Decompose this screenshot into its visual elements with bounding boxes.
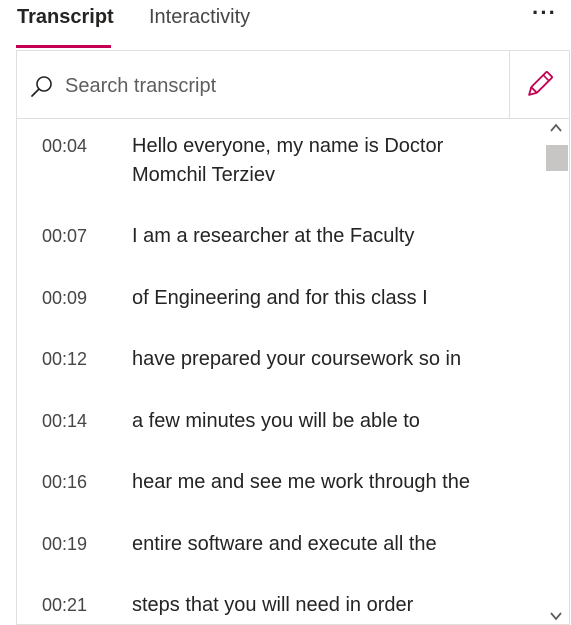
timestamp: 00:09 bbox=[42, 288, 88, 308]
transcript-text: I am a researcher at the Faculty bbox=[132, 225, 415, 247]
scroll-up-icon[interactable] bbox=[549, 121, 563, 135]
search-row bbox=[17, 51, 569, 119]
search-box bbox=[17, 51, 510, 118]
timestamp: 00:19 bbox=[42, 534, 88, 554]
transcript-text: Hello everyone, my name is Doctor Momchi… bbox=[132, 135, 444, 186]
timestamp: 00:04 bbox=[42, 136, 88, 156]
transcript-text: of Engineering and for this class I bbox=[132, 287, 428, 309]
transcript-list: 00:04 Hello everyone, my name is Doctor … bbox=[17, 119, 543, 624]
tab-interactivity[interactable]: Interactivity bbox=[149, 4, 250, 30]
timestamp: 00:21 bbox=[42, 595, 88, 615]
timestamp: 00:07 bbox=[42, 226, 88, 246]
transcript-text: hear me and see me work through the bbox=[132, 471, 470, 493]
scrollbar[interactable] bbox=[543, 119, 569, 624]
timestamp: 00:14 bbox=[42, 411, 88, 431]
timestamp: 00:12 bbox=[42, 349, 88, 369]
transcript-text: steps that you will need in order bbox=[132, 594, 414, 616]
active-tab-indicator bbox=[16, 45, 111, 48]
transcript-panel: 00:04 Hello everyone, my name is Doctor … bbox=[16, 50, 570, 625]
transcript-text: entire software and execute all the bbox=[132, 533, 437, 555]
search-input[interactable] bbox=[65, 71, 485, 101]
tab-bar: Transcript Interactivity ··· bbox=[0, 0, 571, 48]
transcript-text: have prepared your coursework so in bbox=[132, 348, 462, 370]
transcript-text: a few minutes you will be able to bbox=[132, 410, 420, 432]
scroll-down-icon[interactable] bbox=[549, 611, 563, 621]
search-icon bbox=[31, 76, 52, 97]
more-options-button[interactable]: ··· bbox=[532, 0, 557, 26]
tab-transcript[interactable]: Transcript bbox=[17, 4, 114, 30]
pencil-icon[interactable] bbox=[523, 69, 555, 101]
timestamp: 00:16 bbox=[42, 472, 88, 492]
scrollbar-thumb[interactable] bbox=[546, 145, 568, 171]
